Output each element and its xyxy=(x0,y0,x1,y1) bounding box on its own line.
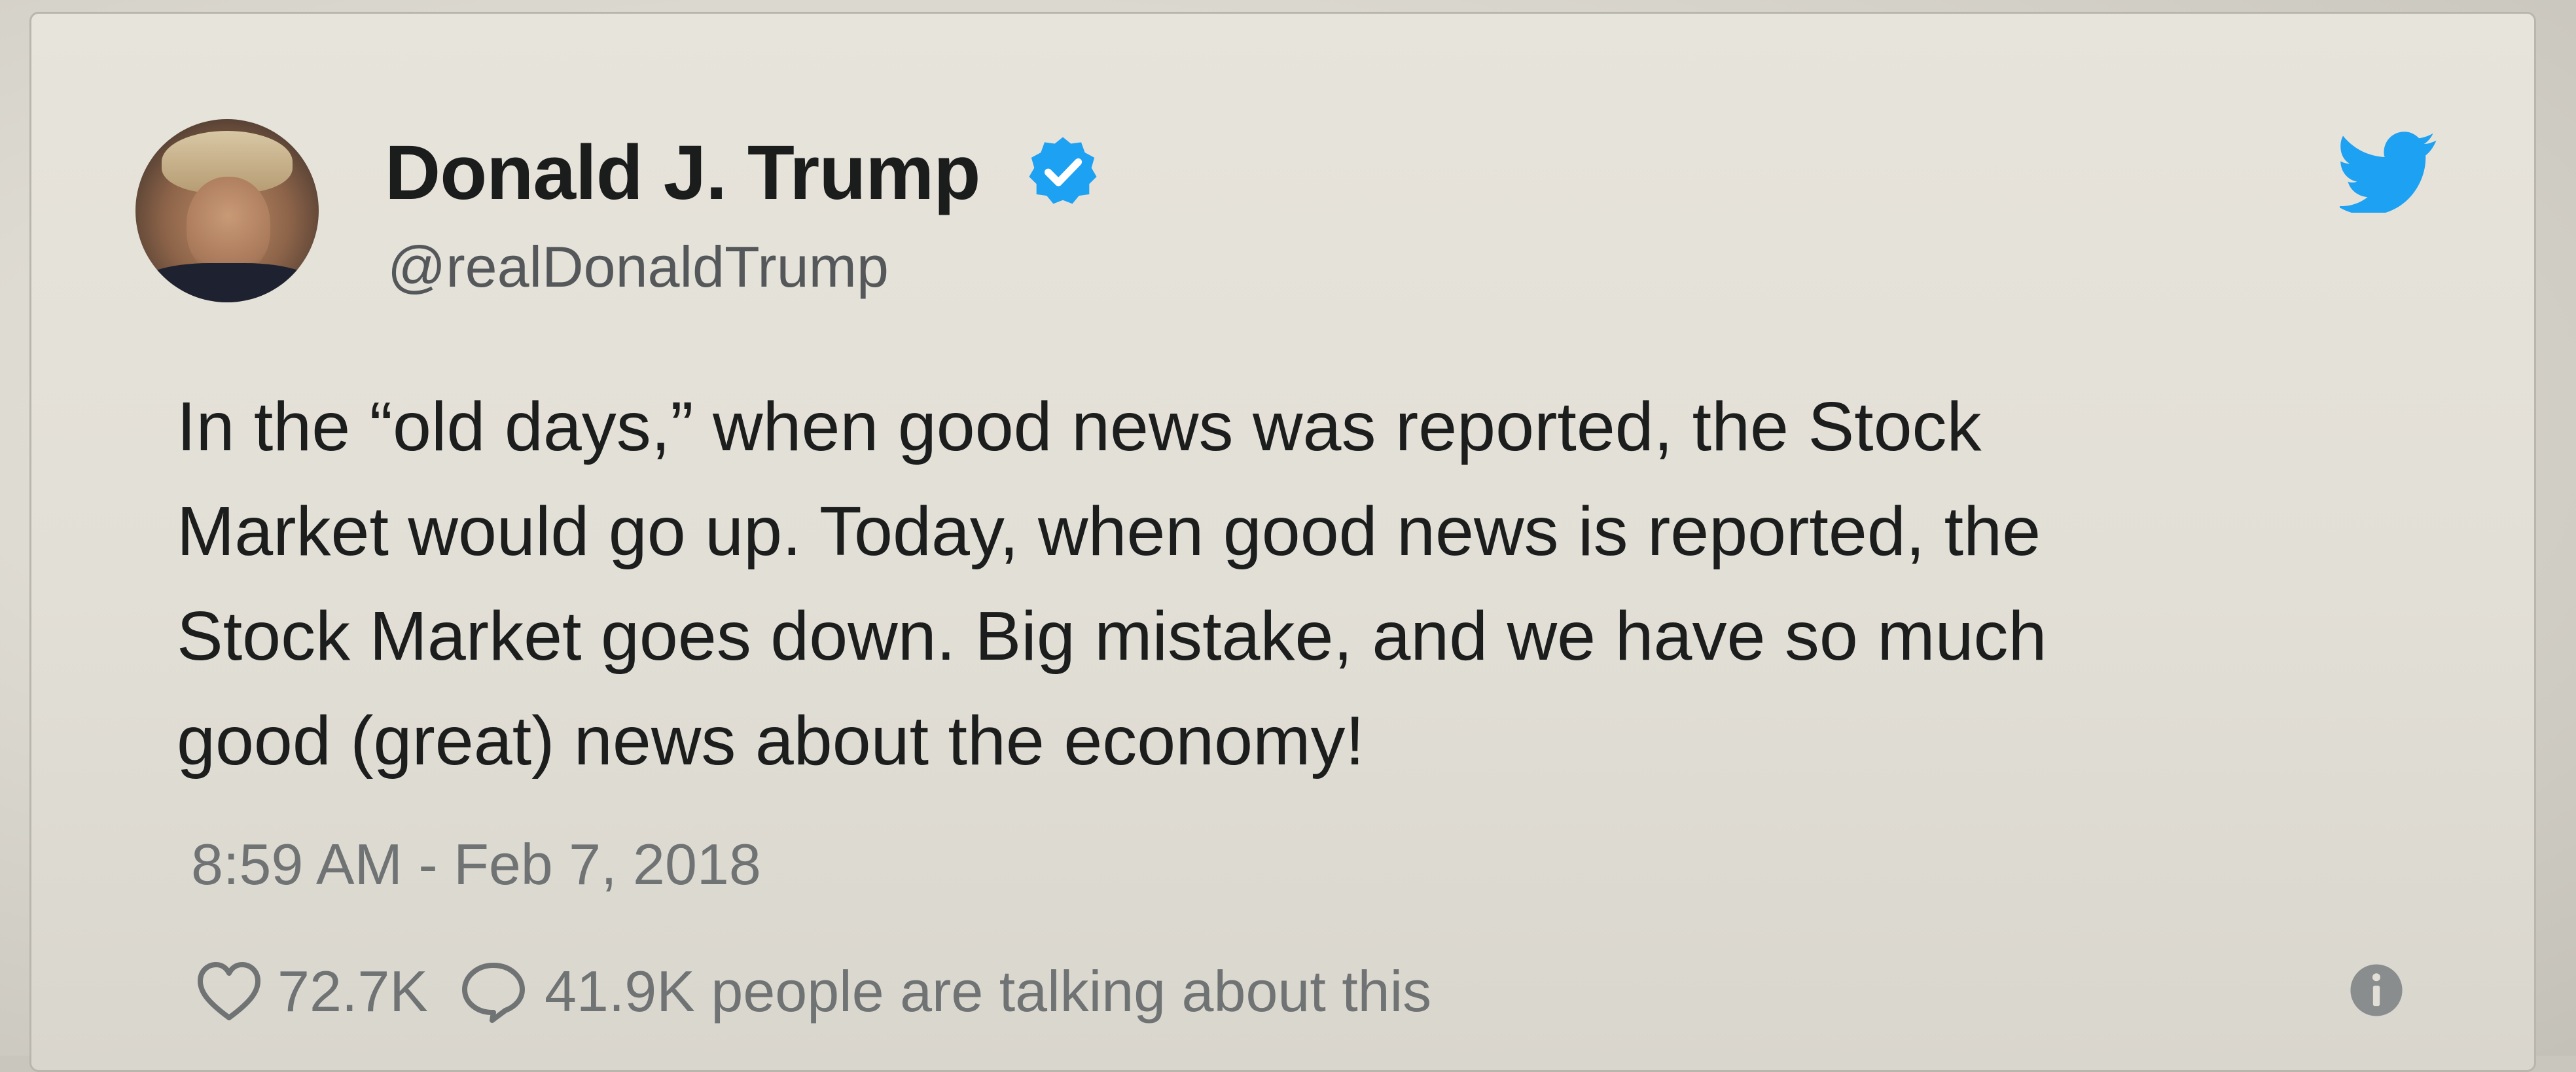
avatar[interactable] xyxy=(135,119,319,302)
verified-badge-icon xyxy=(1029,137,1097,204)
conversation-count[interactable]: 41.9K people are talking about this xyxy=(545,958,1431,1025)
reply-bubble-icon[interactable] xyxy=(459,960,528,1023)
avatar-shoulders xyxy=(135,263,319,302)
twitter-bird-icon[interactable] xyxy=(2340,131,2438,213)
heart-icon[interactable] xyxy=(196,960,262,1023)
tweet-actions: 72.7K 41.9K people are talking about thi… xyxy=(196,956,1431,1027)
display-name[interactable]: Donald J. Trump xyxy=(385,128,980,217)
info-icon[interactable] xyxy=(2348,962,2405,1018)
like-count[interactable]: 72.7K xyxy=(277,958,428,1025)
tweet-timestamp[interactable]: 8:59 AM - Feb 7, 2018 xyxy=(191,831,761,898)
user-handle[interactable]: @realDonaldTrump xyxy=(387,234,889,300)
tweet-text: In the “old days,” when good news was re… xyxy=(177,388,2047,779)
avatar-face xyxy=(187,177,270,275)
